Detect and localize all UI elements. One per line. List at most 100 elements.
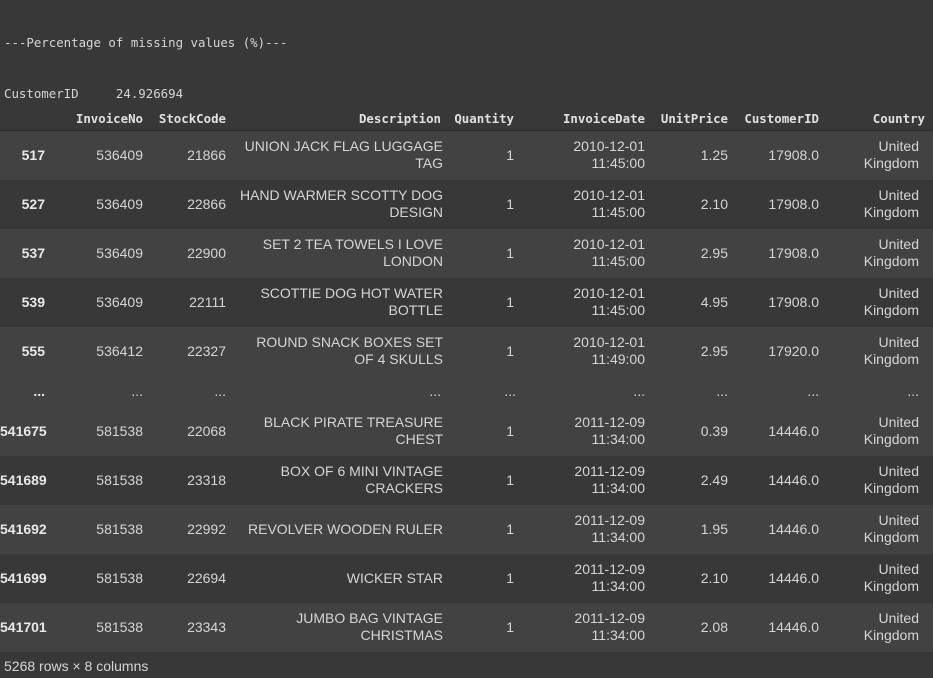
- column-header-index: [0, 107, 53, 131]
- column-header-customerid: CustomerID: [736, 107, 827, 131]
- cell-quantity: 1: [506, 293, 514, 310]
- table-row: 541701 581538 23343 JUMBO BAG VINTAGE CHRIS…: [0, 602, 933, 652]
- cell-country: United Kingdom: [863, 610, 919, 643]
- cell-invoiceno: 536409: [96, 146, 143, 163]
- cell-quantity: 1: [506, 471, 514, 488]
- cell-stockcode: 22992: [187, 520, 226, 537]
- table-shape-footer: 5268 rows × 8 columns: [4, 658, 149, 674]
- ellipsis-cell: ...: [429, 383, 441, 399]
- cell-customerid: 14446.0: [768, 520, 819, 537]
- cell-invoiceno: 581538: [96, 471, 143, 488]
- cell-stockcode: 22068: [187, 422, 226, 439]
- cell-country: United Kingdom: [863, 414, 919, 447]
- column-header-description: Description: [234, 107, 449, 131]
- cell-quantity: 1: [506, 422, 514, 439]
- cell-description: UNION JACK FLAG LUGGAGE TAG: [244, 138, 443, 172]
- cell-description: SET 2 TEA TOWELS I LOVE LONDON: [262, 236, 443, 269]
- ellipsis-cell: ...: [504, 383, 516, 399]
- cell-invoiceno: 581538: [96, 422, 143, 439]
- column-header-unitprice: UnitPrice: [653, 107, 736, 131]
- cell-customerid: 17908.0: [768, 195, 819, 212]
- table-row: 555 536412 22327 ROUND SNACK BOXES SET OF 4…: [0, 326, 933, 376]
- cell-country: United Kingdom: [863, 561, 919, 594]
- cell-stockcode: 22694: [187, 569, 226, 586]
- table-row: 541689 581538 23318 BOX OF 6 MINI VINTAGE C…: [0, 455, 933, 505]
- cell-customerid: 14446.0: [768, 618, 819, 635]
- cell-description: ROUND SNACK BOXES SET OF 4 SKULLS: [256, 334, 443, 367]
- cell-unitprice: 2.10: [700, 195, 728, 212]
- row-index: 537: [21, 245, 45, 261]
- column-header-quantity: Quantity: [449, 107, 522, 131]
- cell-quantity: 1: [506, 244, 514, 261]
- cell-unitprice: 0.39: [700, 422, 728, 439]
- cell-invoicedate: 2010-12-01 11:45:00: [573, 285, 645, 318]
- ellipsis-cell: ...: [214, 383, 226, 399]
- ellipsis-cell: ...: [907, 383, 919, 399]
- ellipsis-cell: ...: [633, 383, 645, 399]
- cell-quantity: 1: [506, 520, 514, 537]
- cell-unitprice: 2.95: [700, 342, 728, 359]
- cell-stockcode: 22900: [187, 244, 226, 261]
- cell-customerid: 17908.0: [768, 146, 819, 163]
- cell-country: United Kingdom: [863, 463, 919, 496]
- cell-invoicedate: 2011-12-09 11:34:00: [574, 463, 645, 496]
- cell-description: WICKER STAR: [346, 569, 443, 586]
- cell-invoicedate: 2010-12-01 11:45:00: [573, 138, 645, 172]
- row-index: 541675: [0, 423, 47, 439]
- row-index: 541699: [0, 570, 47, 586]
- cell-description: BOX OF 6 MINI VINTAGE CRACKERS: [280, 463, 443, 496]
- cell-country: United Kingdom: [863, 512, 919, 545]
- cell-invoiceno: 536412: [96, 342, 143, 359]
- dataframe-table: InvoiceNo StockCode Description Quantity…: [0, 107, 933, 652]
- cell-quantity: 1: [506, 618, 514, 635]
- cell-invoicedate: 2010-12-01 11:45:00: [573, 236, 645, 269]
- cell-unitprice: 2.10: [700, 569, 728, 586]
- cell-stockcode: 22866: [187, 195, 226, 212]
- cell-invoiceno: 536409: [96, 195, 143, 212]
- cell-country: United Kingdom: [863, 285, 919, 318]
- cell-stockcode: 22327: [187, 342, 226, 359]
- column-header-invoicedate: InvoiceDate: [522, 107, 653, 131]
- table-row: 537 536409 22900 SET 2 TEA TOWELS I LOVE LO…: [0, 228, 933, 278]
- cell-description: REVOLVER WOODEN RULER: [248, 520, 443, 537]
- table-row: 539 536409 22111 SCOTTIE DOG HOT WATER BOTT…: [0, 277, 933, 327]
- cell-invoicedate: 2011-12-09 11:34:00: [574, 610, 645, 643]
- ellipsis-row: ...........................: [0, 375, 933, 407]
- cell-quantity: 1: [506, 569, 514, 586]
- cell-customerid: 17908.0: [768, 244, 819, 261]
- cell-customerid: 14446.0: [768, 569, 819, 586]
- cell-quantity: 1: [506, 342, 514, 359]
- cell-invoiceno: 536409: [96, 244, 143, 261]
- cell-customerid: 17920.0: [768, 342, 819, 359]
- cell-country: United Kingdom: [863, 334, 919, 367]
- row-index: 517: [21, 147, 45, 164]
- cell-customerid: 14446.0: [768, 422, 819, 439]
- cell-invoiceno: 581538: [96, 569, 143, 586]
- cell-country: United Kingdom: [863, 236, 919, 269]
- cell-customerid: 17908.0: [768, 293, 819, 310]
- cell-invoiceno: 536409: [96, 293, 143, 310]
- cell-unitprice: 2.49: [700, 471, 728, 488]
- missing-values-header: ---Percentage of missing values (%)---: [4, 35, 288, 50]
- row-index: 541692: [0, 521, 47, 537]
- cell-invoiceno: 581538: [96, 520, 143, 537]
- cell-unitprice: 2.08: [700, 618, 728, 635]
- column-header-invoiceno: InvoiceNo: [53, 107, 151, 131]
- cell-invoicedate: 2010-12-01 11:49:00: [573, 334, 645, 367]
- cell-invoicedate: 2010-12-01 11:45:00: [573, 187, 645, 220]
- cell-stockcode: 23318: [187, 471, 226, 488]
- row-index: 541689: [0, 472, 47, 488]
- cell-unitprice: 1.95: [700, 520, 728, 537]
- missing-label: CustomerID: [4, 86, 79, 101]
- cell-country: United Kingdom: [863, 138, 919, 172]
- table-row: 541692 581538 22992 REVOLVER WOODEN RULER 1 2…: [0, 504, 933, 554]
- column-header-country: Country: [827, 107, 933, 131]
- cell-unitprice: 2.95: [700, 244, 728, 261]
- cell-unitprice: 4.95: [700, 293, 728, 310]
- cell-quantity: 1: [506, 195, 514, 212]
- table-header-row: InvoiceNo StockCode Description Quantity…: [0, 107, 933, 131]
- ellipsis-cell: ...: [716, 383, 728, 399]
- cell-stockcode: 23343: [187, 618, 226, 635]
- cell-description: SCOTTIE DOG HOT WATER BOTTLE: [260, 285, 443, 318]
- table-row: 541675 581538 22068 BLACK PIRATE TREASURE C…: [0, 406, 933, 456]
